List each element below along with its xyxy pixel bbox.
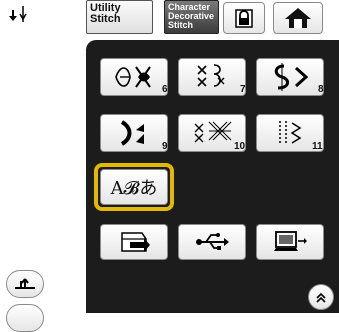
pocket-icon xyxy=(121,232,150,252)
category-button-7[interactable] xyxy=(178,58,246,96)
category-number-7: 7 xyxy=(240,84,246,95)
usb-button[interactable] xyxy=(178,224,246,260)
character-button-label: A𝓑あ xyxy=(110,178,158,199)
chevron-up-icon xyxy=(316,292,326,303)
computer-icon xyxy=(274,231,307,251)
presser-foot-button[interactable] xyxy=(6,270,44,298)
stitch-category-panel: 6 7 8 9 10 11 A𝓑あ xyxy=(86,40,339,313)
lock-icon xyxy=(235,9,253,28)
usb-icon xyxy=(196,233,229,250)
lock-button[interactable] xyxy=(223,2,265,34)
category-number-11: 11 xyxy=(312,141,323,152)
tab-character-line3: Stitch xyxy=(168,20,194,30)
pocket-button[interactable] xyxy=(100,224,168,260)
top-bar: Utility Stitch Character Decorative Stit… xyxy=(86,0,339,40)
category-number-6: 6 xyxy=(162,84,168,95)
category-number-8: 8 xyxy=(318,84,324,95)
character-button[interactable]: A𝓑あ xyxy=(100,169,168,205)
needle-position-icon xyxy=(8,4,30,26)
tab-utility-line2: Stitch xyxy=(90,13,121,25)
category-number-10: 10 xyxy=(234,141,246,152)
tab-utility-stitch[interactable]: Utility Stitch xyxy=(86,0,153,34)
home-icon xyxy=(285,8,311,28)
home-button[interactable] xyxy=(273,2,323,34)
heirloom-cross-icon xyxy=(194,121,232,143)
category-button-6[interactable] xyxy=(100,58,168,96)
lower-left-button[interactable] xyxy=(6,304,44,332)
satin-blocks-icon xyxy=(279,121,302,145)
presser-foot-icon xyxy=(15,278,35,289)
cross-stitch-icon xyxy=(197,64,225,87)
decorative-satin-icon xyxy=(120,120,144,146)
floral-stitch-icon xyxy=(115,66,151,88)
scroll-up-button[interactable] xyxy=(308,284,334,310)
left-panel xyxy=(0,0,86,332)
tab-character-decorative-stitch[interactable]: Character Decorative Stitch xyxy=(164,0,219,34)
computer-button[interactable] xyxy=(256,224,324,260)
category-button-9[interactable] xyxy=(100,114,168,152)
satin-stitch-icon xyxy=(274,63,309,91)
category-number-9: 9 xyxy=(162,141,168,152)
category-button-8[interactable] xyxy=(256,58,324,96)
